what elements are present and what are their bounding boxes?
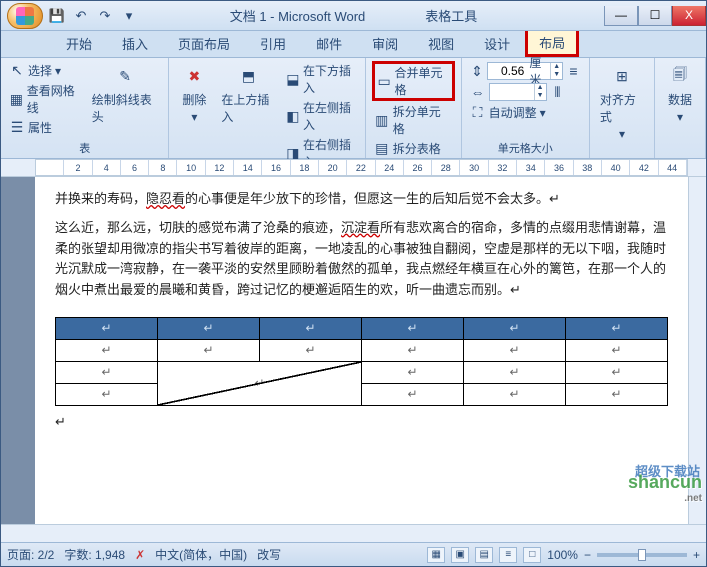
close-button[interactable]: X bbox=[672, 6, 706, 26]
width-input[interactable] bbox=[490, 85, 528, 99]
width-down[interactable]: ▼ bbox=[535, 92, 546, 100]
height-icon: ⇕ bbox=[470, 63, 485, 79]
status-proof-icon[interactable]: ✗ bbox=[135, 548, 145, 562]
statusbar: 页面: 2/2 字数: 1,948 ✗ 中文(简体，中国) 改写 ▦ ▣ ▤ ≡… bbox=[1, 542, 706, 566]
alignment-button[interactable]: ⊞ 对齐方式▾ bbox=[596, 61, 648, 155]
properties-button[interactable]: ☰属性 bbox=[7, 118, 84, 137]
min-button[interactable]: — bbox=[604, 6, 638, 26]
table-row: ↵↵↵↵↵ bbox=[56, 361, 668, 383]
cursor-icon: ↖ bbox=[9, 63, 25, 79]
col-width-control[interactable]: ⇔ ▲▼ ⦀ bbox=[468, 82, 583, 102]
table-row: ↵↵↵↵↵↵ bbox=[56, 317, 668, 339]
insert-top-icon: ⬒ bbox=[236, 63, 262, 89]
align-grid-icon: ⊞ bbox=[609, 63, 635, 89]
view-draft[interactable]: □ bbox=[523, 547, 541, 563]
max-button[interactable]: ☐ bbox=[638, 6, 672, 26]
draw-diagonal-button[interactable]: ✎ 绘制斜线表头 bbox=[88, 61, 163, 139]
paragraph[interactable]: 并换来的寿码，隐忍看的心事便是年少放下的珍惜，但愿这一生的后知后觉不会太多。↵ bbox=[55, 189, 668, 210]
table-row: ↵↵↵↵ bbox=[56, 383, 668, 405]
qat-redo[interactable]: ↷ bbox=[95, 6, 115, 26]
zoom-out[interactable]: − bbox=[584, 548, 591, 562]
status-words[interactable]: 字数: 1,948 bbox=[64, 546, 125, 563]
group-cellsize-label: 单元格大小 bbox=[468, 139, 583, 157]
row-height-control[interactable]: ⇕ 厘米 ▲▼ ≡ bbox=[468, 61, 583, 81]
paragraph[interactable]: 这么近，那么远，切肤的感觉布满了沧桑的痕迹，沉淀看所有悲欢离合的宿命，多情的点缀… bbox=[55, 218, 668, 301]
qat-save[interactable]: 💾 bbox=[47, 6, 67, 26]
document-area: 并换来的寿码，隐忍看的心事便是年少放下的珍惜，但愿这一生的后知后觉不会太多。↵ … bbox=[1, 177, 706, 524]
tab-view[interactable]: 视图 bbox=[413, 29, 469, 57]
qat-more[interactable]: ▾ bbox=[119, 6, 139, 26]
distribute-cols-icon[interactable]: ⦀ bbox=[550, 84, 566, 100]
table[interactable]: ↵↵↵↵↵↵ ↵↵↵↵↵↵ ↵↵↵↵↵ ↵↵↵↵ bbox=[55, 317, 668, 406]
tab-mail[interactable]: 邮件 bbox=[301, 29, 357, 57]
tab-references[interactable]: 引用 bbox=[245, 29, 301, 57]
tab-layout[interactable]: 布局 bbox=[525, 28, 579, 57]
pencil-icon: ✎ bbox=[112, 63, 138, 89]
group-table-label: 表 bbox=[7, 139, 162, 157]
office-button[interactable] bbox=[7, 3, 43, 29]
horizontal-ruler[interactable]: 2468101214161820222426283032343638404244 bbox=[1, 159, 706, 177]
tab-insert[interactable]: 插入 bbox=[107, 29, 163, 57]
width-up[interactable]: ▲ bbox=[535, 84, 546, 92]
height-down[interactable]: ▼ bbox=[551, 71, 562, 79]
view-web[interactable]: ▤ bbox=[475, 547, 493, 563]
ribbon: ↖选择 ▾ ▦查看网格线 ☰属性 ✎ 绘制斜线表头 表 ✖ 删除▾ ⬒ bbox=[1, 57, 706, 159]
col-left-icon: ◧ bbox=[286, 108, 300, 124]
tab-design[interactable]: 设计 bbox=[469, 29, 525, 57]
status-page[interactable]: 页面: 2/2 bbox=[7, 546, 54, 563]
split-table-icon: ▤ bbox=[374, 141, 390, 157]
doc-title: 文档 1 - Microsoft Word bbox=[230, 6, 366, 25]
tab-review[interactable]: 审阅 bbox=[357, 29, 413, 57]
grid-icon: ▦ bbox=[9, 91, 24, 107]
zoom-in[interactable]: + bbox=[693, 548, 700, 562]
row-below-icon: ⬓ bbox=[286, 71, 300, 87]
status-lang[interactable]: 中文(简体，中国) bbox=[155, 546, 247, 563]
view-outline[interactable]: ≡ bbox=[499, 547, 517, 563]
delete-button[interactable]: ✖ 删除▾ bbox=[175, 61, 213, 171]
view-fullscreen[interactable]: ▣ bbox=[451, 547, 469, 563]
tab-pagelayout[interactable]: 页面布局 bbox=[163, 29, 245, 57]
data-icon: 🗐 bbox=[667, 63, 693, 89]
height-input[interactable] bbox=[488, 64, 526, 78]
ribbon-tabs: 开始 插入 页面布局 引用 邮件 审阅 视图 设计 布局 bbox=[1, 31, 706, 57]
merge-cells-button[interactable]: ▭合并单元格 bbox=[372, 61, 455, 101]
props-icon: ☰ bbox=[9, 120, 25, 136]
delete-x-icon: ✖ bbox=[181, 63, 207, 89]
select-button[interactable]: ↖选择 ▾ bbox=[7, 61, 84, 80]
data-button[interactable]: 🗐 数据▾ bbox=[661, 61, 699, 155]
split-icon: ▥ bbox=[374, 112, 390, 128]
insert-above-button[interactable]: ⬒ 在上方插入 bbox=[217, 61, 279, 171]
view-gridlines-button[interactable]: ▦查看网格线 bbox=[7, 81, 84, 117]
autofit-button[interactable]: ⛶自动调整 ▾ bbox=[468, 103, 583, 122]
split-cells-button[interactable]: ▥拆分单元格 bbox=[372, 102, 455, 138]
split-table-button[interactable]: ▤拆分表格 bbox=[372, 139, 455, 158]
autofit-icon: ⛶ bbox=[470, 105, 486, 121]
tab-home[interactable]: 开始 bbox=[51, 29, 107, 57]
insert-below-button[interactable]: ⬓在下方插入 bbox=[284, 61, 359, 97]
status-mode[interactable]: 改写 bbox=[257, 546, 281, 563]
zoom-level[interactable]: 100% bbox=[547, 548, 578, 562]
zoom-slider[interactable] bbox=[597, 553, 687, 557]
width-icon: ⇔ bbox=[470, 84, 486, 100]
merged-cell: ↵ bbox=[158, 361, 362, 405]
insert-left-button[interactable]: ◧在左侧插入 bbox=[284, 98, 359, 134]
merge-icon: ▭ bbox=[377, 73, 392, 89]
qat-undo[interactable]: ↶ bbox=[71, 6, 91, 26]
watermark: 超级下载站 bbox=[635, 461, 700, 480]
page[interactable]: 并换来的寿码，隐忍看的心事便是年少放下的珍惜，但愿这一生的后知后觉不会太多。↵ … bbox=[35, 177, 688, 524]
table-row: ↵↵↵↵↵↵ bbox=[56, 339, 668, 361]
height-up[interactable]: ▲ bbox=[551, 63, 562, 71]
view-print-layout[interactable]: ▦ bbox=[427, 547, 445, 563]
distribute-rows-icon[interactable]: ≡ bbox=[566, 63, 581, 79]
context-title: 表格工具 bbox=[425, 6, 477, 25]
titlebar: 💾 ↶ ↷ ▾ 文档 1 - Microsoft Word 表格工具 — ☐ X bbox=[1, 1, 706, 31]
horizontal-scrollbar[interactable] bbox=[1, 524, 706, 542]
